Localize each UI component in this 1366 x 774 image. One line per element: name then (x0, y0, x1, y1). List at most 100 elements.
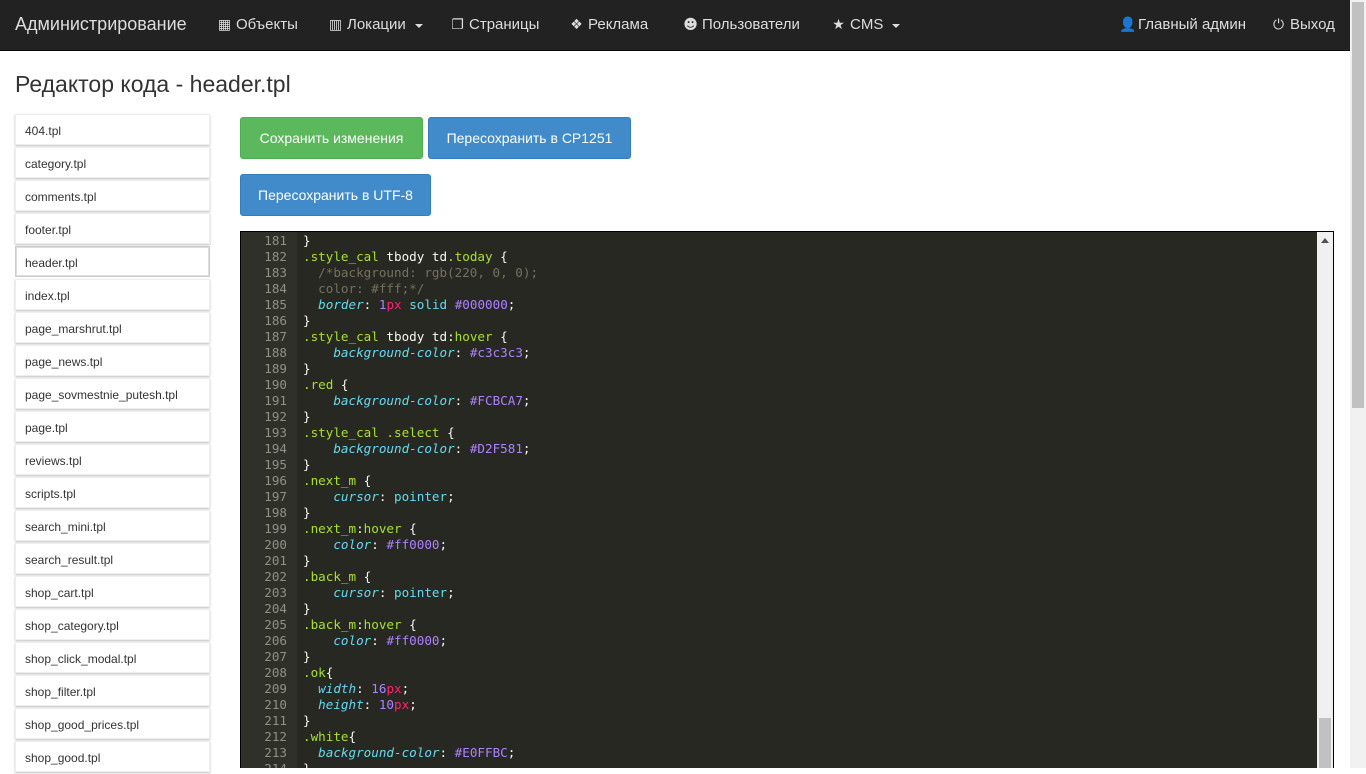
code-token: .next_m (303, 521, 357, 536)
code-token: ; (522, 441, 531, 456)
file-list-item[interactable]: footer.tpl (15, 213, 210, 244)
line-number: 202 (264, 569, 287, 584)
file-list-item[interactable]: shop_category.tpl (15, 609, 210, 640)
code-line: 208 .ok{ (241, 665, 1317, 681)
code-token: ; (439, 633, 448, 648)
file-list-item[interactable]: shop_filter.tpl (15, 675, 210, 706)
code-token: 16 (371, 681, 387, 696)
code-token: px (394, 697, 410, 712)
brand-link[interactable]: Администрирование (15, 14, 187, 35)
nav-item-3[interactable]: ❖ Реклама (569, 16, 648, 33)
code-line: 196 .next_m { (241, 473, 1317, 489)
nav-item-label: Локации (347, 16, 406, 33)
code-line: 194 background-color: #D2F581; (241, 441, 1317, 457)
line-number: 193 (264, 425, 287, 440)
code-line: 198} (241, 505, 1317, 521)
resave-cp1251-button[interactable]: Пересохранить в CP1251 (428, 117, 631, 159)
code-token: ; (409, 697, 417, 712)
file-list-item[interactable]: shop_good_prices.tpl (15, 708, 210, 739)
code-line: 207} (241, 649, 1317, 665)
code-line: 201} (241, 553, 1317, 569)
code-token: } (303, 505, 311, 520)
line-number: 196 (264, 473, 287, 488)
line-number: 192 (264, 409, 287, 424)
code-token: background-color (333, 345, 455, 360)
file-list-item[interactable]: shop_cart.tpl (15, 576, 210, 607)
file-list-item[interactable]: page_news.tpl (15, 345, 210, 376)
code-token: width (318, 681, 357, 696)
file-list-item[interactable]: page.tpl (15, 411, 210, 442)
scroll-up-arrow-icon[interactable] (1321, 238, 1329, 243)
code-token: : (356, 681, 372, 696)
code-token: ; (439, 537, 448, 552)
file-list-item[interactable]: index.tpl (15, 279, 210, 310)
code-text: } (287, 649, 311, 665)
code-token: tbody td: (378, 329, 455, 344)
code-text: .style_cal tbody td.today { (287, 249, 508, 265)
code-line: 204} (241, 601, 1317, 617)
code-content[interactable]: 181} 182 .style_cal tbody td.today {183 /*… (241, 233, 1317, 768)
code-token: { (333, 377, 349, 392)
code-token: hover (454, 329, 493, 344)
file-list-item[interactable]: 404.tpl (15, 114, 210, 145)
resave-utf8-button[interactable]: Пересохранить в UTF-8 (240, 174, 431, 216)
code-line: 193 .style_cal .select { (241, 425, 1317, 441)
line-number: 212 (264, 729, 287, 744)
line-number: 184 (264, 281, 287, 296)
file-list-item[interactable]: header.tpl (15, 246, 210, 277)
file-list-item[interactable]: shop_click_modal.tpl (15, 642, 210, 673)
code-token: : (363, 697, 379, 712)
nav-item-label: Пользователи (702, 16, 800, 33)
editor-scrollbar[interactable] (1317, 232, 1333, 768)
editor-scrollbar-thumb[interactable] (1319, 718, 1331, 768)
code-token: : (371, 633, 387, 648)
code-text: } (287, 457, 311, 473)
code-token: tbody td (378, 249, 448, 264)
file-list-item[interactable]: page_marshrut.tpl (15, 312, 210, 343)
file-list-item[interactable]: shop_good.tpl (15, 741, 210, 772)
line-number: 213 (264, 745, 287, 760)
code-line: 209 width: 16px; (241, 681, 1317, 697)
line-number: 198 (264, 505, 287, 520)
code-text: } (287, 361, 311, 377)
file-list-item[interactable]: reviews.tpl (15, 444, 210, 475)
nav-item-1[interactable]: ▥ Локации (328, 16, 423, 33)
file-list-item[interactable]: comments.tpl (15, 180, 210, 211)
file-list-item[interactable]: search_result.tpl (15, 543, 210, 574)
code-editor[interactable]: 181} 182 .style_cal tbody td.today {183 /*… (240, 231, 1334, 768)
save-changes-button[interactable]: Сохранить изменения (240, 117, 423, 159)
code-token: .next_m (303, 473, 357, 488)
code-text: width: 16px; (287, 681, 409, 697)
nav-item-4[interactable]: ☻ Пользователи (683, 16, 800, 33)
code-text: .ok{ (287, 665, 333, 681)
nav-item-2[interactable]: ❐ Страницы (450, 16, 539, 33)
page-scrollbar[interactable] (1350, 0, 1366, 768)
file-list-item[interactable]: category.tpl (15, 147, 210, 178)
code-token: { (492, 249, 508, 264)
file-list-item[interactable]: search_mini.tpl (15, 510, 210, 541)
code-text: background-color: #FCBCA7; (287, 393, 530, 409)
code-token: color (333, 633, 372, 648)
line-number: 197 (264, 489, 287, 504)
file-list-item[interactable]: page_sovmestnie_putesh.tpl (15, 378, 210, 409)
user-menu-link[interactable]: 👤 Главный админ (1119, 16, 1246, 33)
code-text: color: #ff0000; (287, 633, 447, 649)
code-token: px (386, 681, 402, 696)
code-text: background-color: #c3c3c3; (287, 345, 530, 361)
code-token: ; (507, 745, 516, 760)
code-token: .white (303, 729, 349, 744)
page-scrollbar-thumb[interactable] (1352, 2, 1364, 408)
nav-item-5[interactable]: ★ CMS (831, 16, 901, 33)
code-token: pointer (394, 489, 448, 504)
nav-item-0[interactable]: ▦ Объекты (217, 16, 298, 33)
code-line: 186} (241, 313, 1317, 329)
line-number: 211 (264, 713, 287, 728)
logout-link[interactable]: ⏻ Выход (1271, 16, 1335, 33)
code-token: } (303, 761, 311, 768)
code-token: .style_cal .select (303, 425, 440, 440)
file-list-item[interactable]: scripts.tpl (15, 477, 210, 508)
